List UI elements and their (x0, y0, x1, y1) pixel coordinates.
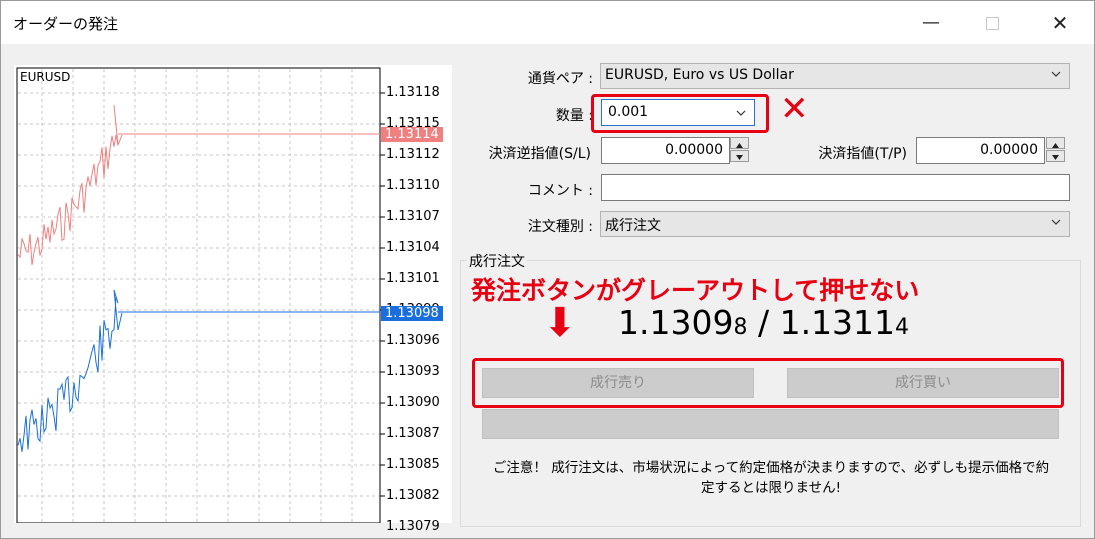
price-axis-label: 1.13101 (386, 271, 440, 286)
symbol-value: EURUSD, Euro vs US Dollar (605, 67, 794, 83)
order-dialog: オーダーの発注 — ✕ EURUSD 1.13118 1.13115 1.13112… (0, 0, 1095, 539)
tick-chart: EURUSD 1.13118 1.13115 1.13112 1.13110 1.131… (14, 65, 452, 534)
comment-label: コメント : (527, 183, 593, 199)
bid-price-tag: 1.13098 (381, 306, 443, 321)
price-separator: / (747, 303, 780, 342)
sl-spinner[interactable] (730, 137, 749, 162)
price-axis-label: 1.13096 (386, 333, 440, 348)
tp-input[interactable]: 0.00000 (916, 137, 1045, 164)
close-button[interactable]: ✕ (1037, 9, 1083, 37)
annotation-text: 発注ボタンがグレーアウトして押せない (471, 276, 920, 305)
volume-highlight (591, 94, 769, 133)
minimize-button[interactable]: — (908, 9, 954, 37)
order-type-label: 注文種別 : (527, 219, 593, 235)
bid-price-last-digit: 8 (733, 315, 748, 340)
bid-price: 1.1309 (618, 303, 734, 342)
price-axis-label: 1.13104 (386, 240, 440, 255)
chevron-down-icon (1051, 219, 1061, 225)
tp-label: 決済指値(T/P) (818, 146, 907, 162)
chart-frame (16, 67, 381, 523)
symbol-select[interactable]: EURUSD, Euro vs US Dollar (600, 63, 1070, 89)
notice-line-1: ご注意！ 成行注文は、市場状況によって約定価格が決まりますので、必ずしも提示価格… (492, 460, 1050, 476)
price-axis-label: 1.13079 (386, 519, 440, 534)
price-axis-label: 1.13085 (386, 457, 440, 472)
price-axis-label: 1.13112 (386, 147, 440, 162)
ask-price: 1.1311 (779, 303, 896, 342)
window-title: オーダーの発注 (13, 15, 119, 33)
comment-input[interactable] (601, 174, 1070, 201)
spin-down-icon[interactable] (730, 150, 749, 162)
order-type-value: 成行注文 (605, 218, 661, 234)
tp-spinner[interactable] (1046, 137, 1065, 162)
price-axis-label: 1.13110 (386, 178, 440, 193)
order-type-select[interactable]: 成行注文 (600, 211, 1070, 237)
maximize-button[interactable] (969, 9, 1015, 37)
volume-label: 数量 : (555, 108, 593, 124)
tp-value: 0.00000 (980, 142, 1038, 158)
chart-symbol-label: EURUSD (20, 70, 71, 84)
price-axis-label: 1.13118 (386, 85, 440, 100)
market-order-group-title: 成行注文 (467, 251, 527, 271)
price-axis-label: 1.13093 (386, 364, 440, 379)
price-axis-label: 1.13107 (386, 209, 440, 224)
sl-value: 0.00000 (665, 142, 723, 158)
spin-up-icon[interactable] (1046, 137, 1065, 149)
symbol-label: 通貨ペア : (527, 71, 593, 87)
spin-down-icon[interactable] (1046, 150, 1065, 162)
ask-price-tag: 1.13114 (381, 127, 443, 142)
market-notice: ご注意！ 成行注文は、市場状況によって約定価格が決まりますので、必ずしも提示価格… (481, 458, 1061, 498)
sl-label: 決済逆指値(S/L) (488, 146, 591, 162)
bid-ask-display: 1.13098 / 1.13114 (618, 303, 909, 342)
ask-price-last-digit: 4 (895, 315, 910, 340)
disabled-progress-bar (482, 409, 1059, 439)
cross-mark-icon: ✕ (780, 89, 809, 129)
price-axis-label: 1.13087 (386, 426, 440, 441)
spin-up-icon[interactable] (730, 137, 749, 149)
price-axis-label: 1.13082 (386, 488, 440, 503)
title-bar: オーダーの発注 — ✕ (1, 1, 1094, 44)
maximize-icon (985, 17, 999, 30)
price-axis-label: 1.13090 (386, 395, 440, 410)
down-arrow-icon: ⬇ (543, 300, 577, 346)
buttons-highlight (472, 358, 1064, 408)
sl-input[interactable]: 0.00000 (601, 137, 730, 164)
notice-line-2: 定するとは限りません! (700, 480, 841, 496)
chevron-down-icon (1051, 71, 1061, 77)
